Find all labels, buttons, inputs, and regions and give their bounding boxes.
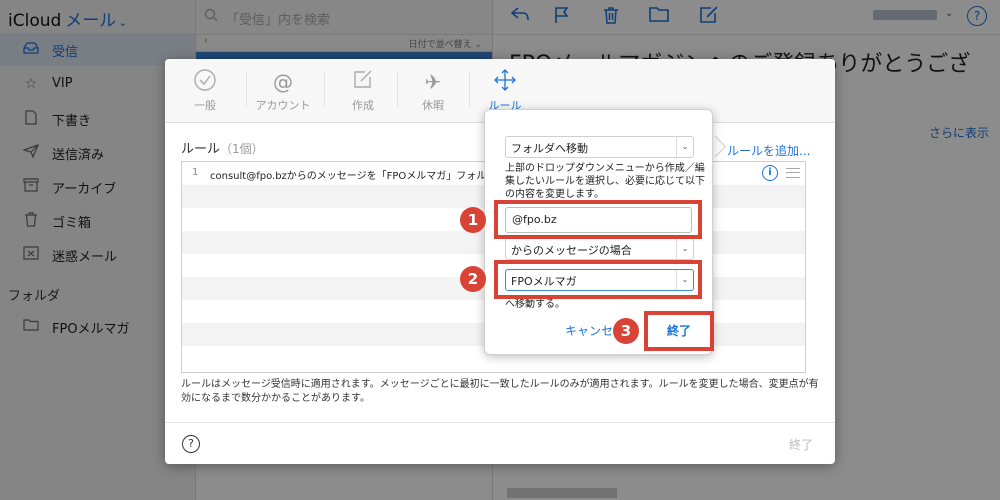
highlight-box-1 <box>494 200 702 239</box>
rule-action-select[interactable]: フォルダへ移動 ⌄ <box>505 136 694 158</box>
compose-icon <box>327 69 399 95</box>
tab-divider <box>324 71 325 107</box>
step-badge-3: 3 <box>613 318 639 344</box>
rules-title: ルール <box>181 142 221 157</box>
rule-number: 1 <box>192 167 199 178</box>
rule-description: consult@fpo.bzからのメッセージを「FPOメルマガ」フォル <box>210 171 487 182</box>
highlight-box-2 <box>494 260 702 299</box>
tab-label: 一般 <box>194 99 216 112</box>
airplane-icon: ✈ <box>424 70 442 94</box>
chevron-down-icon: ⌄ <box>676 137 693 157</box>
tab-general[interactable]: 一般 <box>169 69 241 119</box>
tab-label: 休暇 <box>422 99 444 112</box>
popover-help-text: 上部のドロップダウンメニューから作成／編集したいルールを選択し、必要に応じて以下… <box>505 163 705 200</box>
add-rule-link[interactable]: ルールを追加... <box>727 142 810 159</box>
tab-label: 作成 <box>352 99 374 112</box>
checkmark-circle-icon <box>169 69 241 95</box>
step-badge-2: 2 <box>460 266 486 292</box>
preferences-done-button[interactable]: 終了 <box>789 436 813 453</box>
help-icon[interactable]: ? <box>182 435 200 453</box>
rules-count: （1個） <box>220 142 264 156</box>
drag-handle-icon[interactable] <box>786 168 800 178</box>
chevron-down-icon: ⌄ <box>676 239 693 259</box>
rules-heading: ルール（1個） <box>181 138 264 157</box>
footer-divider <box>165 422 835 423</box>
condition-value: からのメッセージの場合 <box>511 244 632 257</box>
info-icon[interactable]: i <box>762 165 778 181</box>
condition-select[interactable]: からのメッセージの場合 ⌄ <box>505 238 694 260</box>
highlight-box-3 <box>644 311 714 351</box>
at-sign-icon: @ <box>273 70 293 94</box>
tab-label: アカウント <box>255 99 311 112</box>
tab-account[interactable]: @ アカウント <box>247 69 319 119</box>
tab-vacation[interactable]: ✈ 休暇 <box>397 69 469 119</box>
rule-action-value: フォルダへ移動 <box>511 142 588 155</box>
step-badge-1: 1 <box>460 207 486 233</box>
tab-compose[interactable]: 作成 <box>327 69 399 119</box>
rules-note: ルールはメッセージ受信時に適用されます。メッセージごとに最初に一致したルールのみ… <box>181 379 819 404</box>
move-arrows-icon <box>469 69 541 95</box>
